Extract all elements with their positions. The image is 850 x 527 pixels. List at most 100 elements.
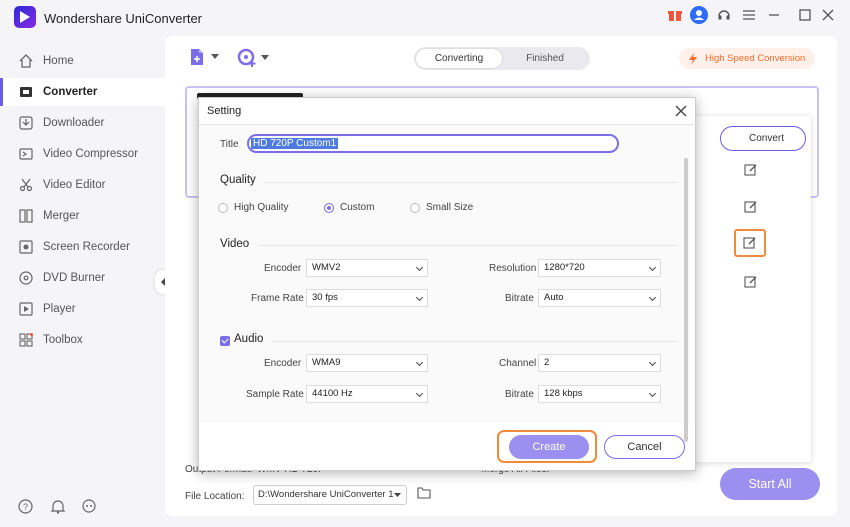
setting-dialog: Setting Title HD 720P Custom1 Quality Hi…	[198, 97, 697, 471]
minimize-icon[interactable]	[765, 6, 783, 24]
sidebar-item-label: Video Editor	[43, 179, 106, 191]
grid-icon	[18, 332, 34, 348]
radio-label: High Quality	[234, 202, 289, 213]
folder-icon[interactable]	[417, 487, 431, 502]
svg-text:?: ?	[23, 502, 28, 512]
radio-high-quality[interactable]: High Quality	[218, 202, 288, 213]
menu-icon[interactable]	[740, 6, 758, 24]
sidebar-item-label: Player	[43, 303, 76, 315]
converter-icon	[18, 84, 34, 100]
divider	[258, 245, 678, 246]
scissors-icon	[18, 177, 34, 193]
audio-checkbox[interactable]	[220, 336, 230, 346]
merge-icon	[18, 208, 34, 224]
status-tabs: Converting Finished	[414, 47, 590, 70]
tab-finished[interactable]: Finished	[502, 49, 588, 68]
sidebar-item-home[interactable]: Home	[0, 47, 165, 75]
user-avatar-icon[interactable]	[690, 6, 708, 24]
sidebar-item-label: Video Compressor	[43, 148, 139, 160]
high-speed-conversion-toggle[interactable]: High Speed Conversion	[679, 48, 816, 69]
title-label: Title	[220, 139, 239, 150]
sidebar-item-label: Merger	[43, 210, 80, 222]
radio-label: Custom	[340, 202, 375, 213]
cancel-button[interactable]: Cancel	[604, 435, 685, 459]
channel-select[interactable]: 2	[538, 354, 661, 372]
edit-preset-icon[interactable]	[741, 160, 761, 180]
file-location-label: File Location:	[185, 491, 245, 502]
play-icon	[18, 301, 34, 317]
sidebar-item-label: DVD Burner	[43, 272, 105, 284]
file-location-value: D:\Wondershare UniConverter 1	[258, 489, 394, 500]
sidebar-item-player[interactable]: Player	[0, 295, 165, 323]
sidebar-item-video-compressor[interactable]: Video Compressor	[0, 140, 165, 168]
sidebar-item-merger[interactable]: Merger	[0, 202, 165, 230]
disc-icon	[18, 270, 34, 286]
start-all-button[interactable]: Start All	[720, 468, 820, 500]
sample-rate-label: Sample Rate	[246, 389, 304, 400]
sidebar-item-downloader[interactable]: Downloader	[0, 109, 165, 137]
sidebar-item-screen-recorder[interactable]: Screen Recorder	[0, 233, 165, 261]
add-files-button[interactable]	[189, 48, 219, 66]
resolution-label: Resolution	[489, 263, 537, 274]
tab-converting[interactable]: Converting	[416, 49, 502, 68]
download-icon	[18, 115, 34, 131]
video-encoder-select[interactable]: WMV2	[306, 259, 428, 277]
video-heading: Video	[220, 238, 250, 250]
add-media-icon	[237, 48, 256, 67]
quality-heading: Quality	[220, 174, 256, 186]
frame-rate-select[interactable]: 30 fps	[306, 289, 428, 307]
title-input[interactable]: HD 720P Custom1	[247, 134, 619, 153]
chevron-down-icon	[261, 55, 269, 60]
feedback-icon[interactable]	[81, 499, 97, 517]
title-input-value: HD 720P Custom1	[251, 138, 339, 149]
frame-rate-label: Frame Rate	[251, 293, 304, 304]
dialog-close-icon[interactable]	[673, 103, 689, 119]
edit-preset-icon-highlighted[interactable]	[734, 229, 766, 257]
app-logo-icon	[14, 6, 36, 28]
close-icon[interactable]	[819, 6, 837, 24]
audio-bitrate-label: Bitrate	[505, 389, 534, 400]
radio-custom[interactable]: Custom	[324, 202, 374, 213]
dialog-body: Title HD 720P Custom1 Quality High Quali…	[200, 125, 690, 442]
sidebar-item-dvd-burner[interactable]: DVD Burner	[0, 264, 165, 292]
sidebar-item-toolbox[interactable]: Toolbox	[0, 326, 165, 354]
high-speed-label: High Speed Conversion	[705, 53, 806, 64]
sidebar-item-label: Toolbox	[43, 334, 83, 346]
dialog-scrollbar[interactable]	[684, 158, 688, 442]
sidebar-item-video-editor[interactable]: Video Editor	[0, 171, 165, 199]
title-bar: Wondershare UniConverter	[0, 0, 850, 36]
divider	[272, 341, 678, 342]
headset-icon[interactable]	[715, 6, 733, 24]
radio-small-size[interactable]: Small Size	[410, 202, 473, 213]
gift-icon[interactable]	[666, 6, 684, 24]
create-button[interactable]: Create	[509, 435, 589, 459]
create-button-highlight: Create	[497, 430, 597, 463]
lightning-icon	[689, 52, 697, 65]
format-dropdown-panel	[691, 116, 811, 462]
sidebar-item-label: Home	[43, 55, 74, 67]
dialog-title: Setting	[207, 105, 242, 117]
sidebar-item-converter[interactable]: Converter	[0, 78, 165, 106]
sidebar: Home Converter Downloader Video Compress…	[0, 36, 165, 527]
app-title: Wondershare UniConverter	[44, 11, 202, 26]
sidebar-item-label: Converter	[43, 86, 98, 98]
video-bitrate-select[interactable]: Auto	[538, 289, 661, 307]
home-icon	[18, 53, 34, 69]
chevron-down-icon	[394, 493, 401, 497]
sample-rate-select[interactable]: 44100 Hz	[306, 385, 428, 403]
sidebar-item-label: Screen Recorder	[43, 241, 130, 253]
file-location-select[interactable]: D:\Wondershare UniConverter 1	[253, 485, 407, 505]
bell-icon[interactable]	[50, 499, 66, 517]
convert-button[interactable]: Convert	[720, 126, 806, 151]
compress-icon	[18, 146, 34, 162]
channel-label: Channel	[499, 358, 537, 369]
audio-bitrate-select[interactable]: 128 kbps	[538, 385, 661, 403]
add-media-button[interactable]	[237, 48, 269, 68]
audio-encoder-select[interactable]: WMA9	[306, 354, 428, 372]
edit-preset-icon[interactable]	[741, 272, 761, 292]
audio-heading: Audio	[234, 333, 264, 345]
edit-preset-icon[interactable]	[741, 197, 761, 217]
maximize-icon[interactable]	[796, 6, 814, 24]
help-icon[interactable]: ?	[18, 499, 33, 517]
resolution-select[interactable]: 1280*720	[538, 259, 661, 277]
